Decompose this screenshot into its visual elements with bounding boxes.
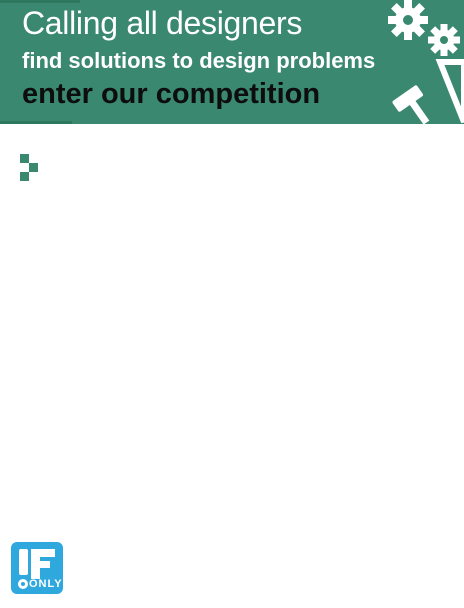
banner-accent-strip xyxy=(0,121,72,124)
banner-subheadline: find solutions to design problems xyxy=(22,48,376,73)
if-only-logo[interactable]: ONLY xyxy=(11,542,63,594)
stepped-square-icon xyxy=(20,154,40,182)
gear-icon xyxy=(428,24,460,56)
competition-banner[interactable]: Calling all designers find solutions to … xyxy=(0,0,464,124)
gear-icon xyxy=(388,0,428,40)
banner-call-to-action[interactable]: enter our competition xyxy=(22,76,320,112)
banner-headline: Calling all designers xyxy=(22,5,303,41)
design-tools-illustration xyxy=(388,0,464,124)
hammer-icon xyxy=(392,85,430,124)
set-square-icon xyxy=(435,59,464,124)
banner-accent-strip xyxy=(0,0,80,3)
if-only-logo-text: ONLY xyxy=(29,578,63,590)
